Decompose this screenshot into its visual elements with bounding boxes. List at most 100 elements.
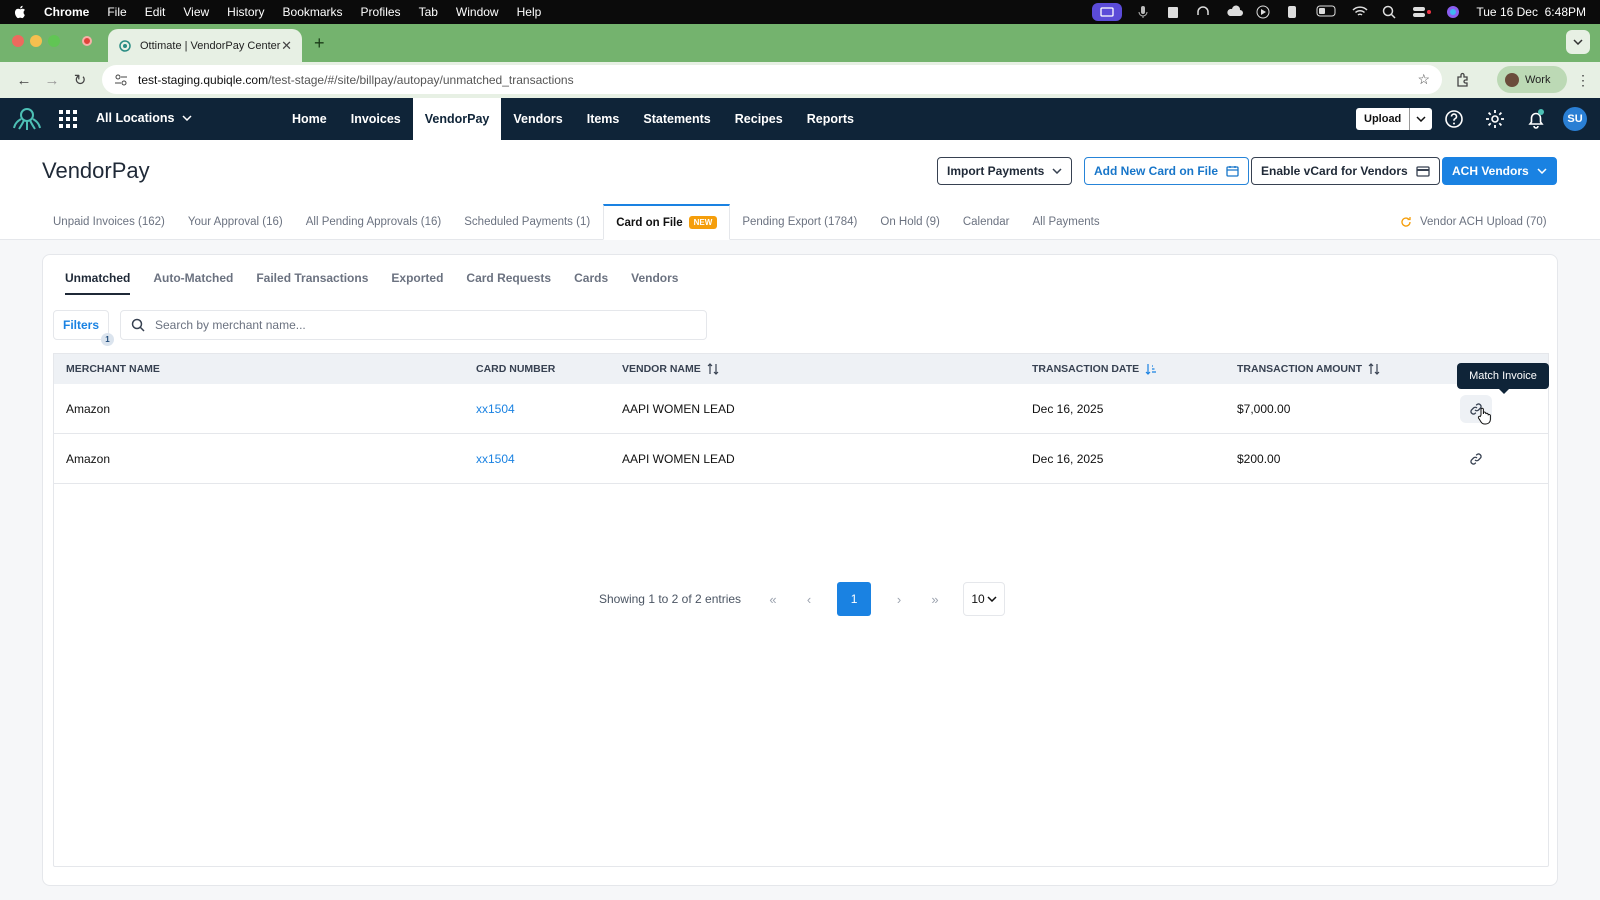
subtab-failed-transactions[interactable]: Failed Transactions (256, 271, 368, 295)
ottimate-logo-icon[interactable] (12, 106, 42, 132)
tab-search-chevron-icon[interactable] (1566, 30, 1590, 54)
nav-invoices[interactable]: Invoices (339, 98, 413, 140)
subtab-cards[interactable]: Cards (574, 271, 608, 295)
address-bar[interactable]: test-staging.qubiqle.com/test-stage/#/si… (102, 65, 1442, 94)
menu-tab[interactable]: Tab (419, 5, 438, 19)
upload-chevron-icon[interactable] (1410, 116, 1432, 122)
nav-vendors[interactable]: Vendors (501, 98, 574, 140)
tab-on-hold[interactable]: On Hold (9) (880, 204, 939, 240)
tab-calendar[interactable]: Calendar (963, 204, 1010, 240)
subtab-vendors[interactable]: Vendors (631, 271, 678, 295)
location-label: All Locations (96, 111, 175, 125)
window-close-button[interactable] (12, 35, 24, 47)
nav-reports[interactable]: Reports (795, 98, 866, 140)
user-avatar[interactable]: SU (1563, 107, 1587, 131)
match-invoice-button[interactable] (1460, 445, 1492, 473)
tab-pending-export[interactable]: Pending Export (1784) (742, 204, 857, 240)
window-minimize-button[interactable] (30, 35, 42, 47)
nav-home[interactable]: Home (280, 98, 339, 140)
header-transaction-amount[interactable]: TRANSACTION AMOUNT (1237, 354, 1380, 384)
subtab-exported[interactable]: Exported (391, 271, 443, 295)
notifications-bell-icon[interactable] (1525, 108, 1547, 130)
header-vendor-name[interactable]: VENDOR NAME (622, 354, 719, 384)
settings-gear-icon[interactable] (1484, 108, 1506, 130)
tab-all-pending-approvals[interactable]: All Pending Approvals (16) (306, 204, 442, 240)
new-tab-button[interactable]: + (314, 33, 325, 54)
menu-edit[interactable]: Edit (145, 5, 166, 19)
ach-vendors-button[interactable]: ACH Vendors (1442, 157, 1557, 185)
subtab-auto-matched[interactable]: Auto-Matched (153, 271, 233, 295)
headphones-icon[interactable] (1196, 5, 1212, 19)
header-transaction-date[interactable]: TRANSACTION DATE (1032, 354, 1157, 384)
tab-close-icon[interactable]: ✕ (281, 38, 292, 54)
cloud-icon[interactable] (1226, 5, 1244, 19)
wifi-icon[interactable] (1352, 5, 1368, 19)
extensions-puzzle-icon[interactable] (1455, 72, 1471, 88)
tab-scheduled-payments[interactable]: Scheduled Payments (1) (464, 204, 590, 240)
menu-bookmarks[interactable]: Bookmarks (283, 5, 343, 19)
menu-help[interactable]: Help (517, 5, 542, 19)
app-grid-icon[interactable] (59, 110, 77, 128)
window-zoom-button[interactable] (48, 35, 60, 47)
card-number-link[interactable]: xx1504 (476, 434, 515, 483)
apple-menu-icon[interactable] (14, 5, 26, 19)
sort-arrows-icon[interactable] (1368, 363, 1380, 375)
page-size-select[interactable]: 10 (963, 582, 1006, 616)
nav-items[interactable]: Items (575, 98, 632, 140)
tab-card-on-file[interactable]: Card on File NEW (603, 204, 731, 240)
battery-app-icon[interactable] (1286, 5, 1302, 19)
play-icon[interactable] (1256, 5, 1272, 19)
menu-history[interactable]: History (227, 5, 264, 19)
upload-split-button[interactable]: Upload (1356, 108, 1433, 130)
menu-window[interactable]: Window (456, 5, 499, 19)
vendor-ach-upload-link[interactable]: Vendor ACH Upload (70) (1400, 216, 1547, 228)
previous-page-icon[interactable]: ‹ (791, 592, 827, 607)
menu-view[interactable]: View (183, 5, 209, 19)
siri-icon[interactable] (1446, 5, 1462, 19)
last-page-icon[interactable]: » (917, 592, 953, 607)
filters-button[interactable]: Filters 1 (53, 310, 114, 346)
clipboard-icon[interactable] (1166, 5, 1182, 19)
tab-unpaid-invoices[interactable]: Unpaid Invoices (162) (53, 204, 165, 240)
menu-chrome[interactable]: Chrome (44, 5, 89, 19)
browser-menu-icon[interactable]: ⋮ (1576, 72, 1590, 89)
ottimate-favicon-icon (118, 39, 132, 53)
first-page-icon[interactable]: « (755, 592, 791, 607)
back-arrow-icon[interactable]: ← (10, 72, 38, 89)
card-number-link[interactable]: xx1504 (476, 384, 515, 433)
nav-recipes[interactable]: Recipes (723, 98, 795, 140)
tab-all-payments[interactable]: All Payments (1033, 204, 1100, 240)
enable-vcard-button[interactable]: Enable vCard for Vendors (1251, 157, 1440, 185)
menu-profiles[interactable]: Profiles (361, 5, 401, 19)
page-1-button[interactable]: 1 (837, 582, 872, 616)
subtab-unmatched[interactable]: Unmatched (65, 271, 131, 295)
bookmark-star-icon[interactable]: ☆ (1417, 71, 1430, 88)
menu-file[interactable]: File (107, 5, 126, 19)
subtab-card-requests[interactable]: Card Requests (466, 271, 551, 295)
control-center-icon[interactable] (1412, 5, 1432, 19)
sort-ascending-icon[interactable] (1145, 363, 1157, 375)
site-info-icon[interactable] (114, 74, 128, 86)
transaction-amount-cell: $7,000.00 (1237, 401, 1291, 416)
merchant-name-cell: Amazon (66, 401, 111, 416)
sort-arrows-icon[interactable] (707, 363, 719, 375)
tab-your-approval[interactable]: Your Approval (16) (188, 204, 283, 240)
menubar-clock[interactable]: Tue 16 Dec 6:48PM (1476, 5, 1586, 19)
upload-button[interactable]: Upload (1356, 108, 1411, 130)
help-icon[interactable] (1443, 108, 1465, 130)
add-new-card-button[interactable]: Add New Card on File (1084, 157, 1250, 185)
import-payments-button[interactable]: Import Payments (937, 157, 1073, 185)
microphone-icon[interactable] (1136, 5, 1152, 19)
profile-button[interactable]: Work (1497, 66, 1567, 93)
battery-icon[interactable] (1316, 5, 1338, 19)
forward-arrow-icon[interactable]: → (38, 72, 66, 89)
next-page-icon[interactable]: › (881, 592, 917, 607)
browser-tab-active[interactable]: Ottimate | VendorPay Center ✕ (108, 29, 302, 62)
search-input[interactable] (155, 318, 696, 332)
reload-icon[interactable]: ↻ (66, 71, 94, 89)
screen-share-icon[interactable] (1092, 3, 1123, 21)
spotlight-search-icon[interactable] (1382, 5, 1398, 19)
nav-vendorpay[interactable]: VendorPay (412, 98, 502, 140)
nav-statements[interactable]: Statements (631, 98, 722, 140)
location-selector[interactable]: All Locations (96, 111, 193, 125)
